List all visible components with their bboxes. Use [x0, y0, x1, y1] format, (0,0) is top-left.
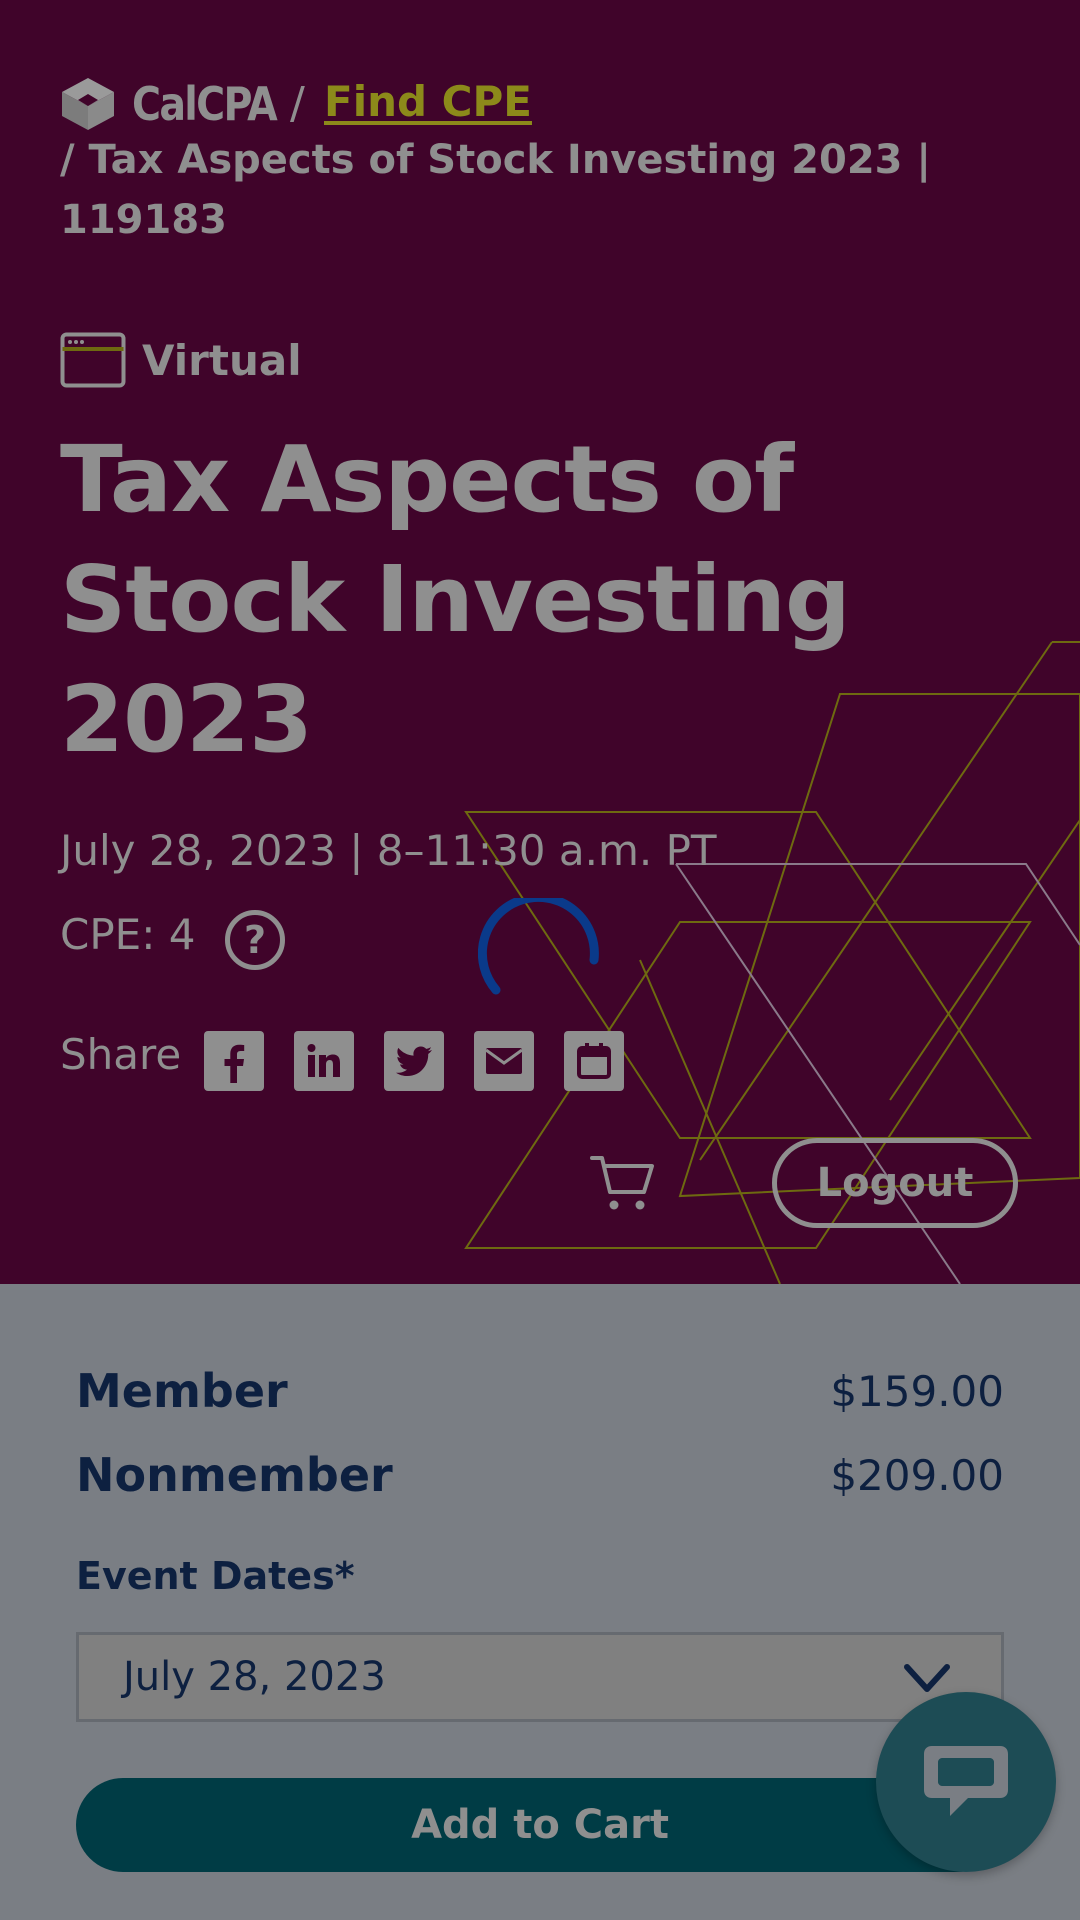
event-format: Virtual: [60, 332, 302, 388]
nonmember-price: $209.00: [830, 1450, 1004, 1500]
loading-spinner-icon: [478, 898, 599, 995]
nonmember-price-row: Nonmember $209.00: [76, 1448, 1004, 1502]
facebook-icon: [224, 1044, 245, 1083]
browser-window-icon: [60, 332, 126, 388]
share-label: Share: [60, 1030, 182, 1079]
share-facebook-button[interactable]: [204, 1031, 264, 1091]
member-price-row: Member $159.00: [76, 1364, 1004, 1418]
cart-icon[interactable]: [590, 1152, 656, 1214]
calcpa-logo-icon: [62, 78, 114, 130]
cpe-help-icon[interactable]: ?: [225, 910, 285, 970]
share-email-button[interactable]: [474, 1031, 534, 1091]
logout-button[interactable]: Logout: [772, 1138, 1018, 1228]
chat-button[interactable]: [876, 1692, 1056, 1872]
share-linkedin-button[interactable]: [294, 1031, 354, 1091]
share-calendar-button[interactable]: [564, 1031, 624, 1091]
event-hero: CalCPA / Find CPE / Tax Aspects of Stock…: [0, 0, 1080, 1284]
logo-text: CalCPA: [132, 77, 278, 131]
add-to-cart-button[interactable]: Add to Cart: [76, 1778, 1004, 1872]
member-label: Member: [76, 1364, 288, 1418]
format-label: Virtual: [142, 335, 302, 385]
event-title: Tax Aspects of Stock Investing 2023: [60, 426, 851, 773]
cpe-credits: CPE: 4: [60, 910, 196, 959]
twitter-icon: [396, 1046, 432, 1076]
share-twitter-button[interactable]: [384, 1031, 444, 1091]
member-price: $159.00: [830, 1366, 1004, 1416]
event-datetime: July 28, 2023 | 8–11:30 a.m. PT: [60, 826, 717, 875]
chevron-down-icon: [904, 1664, 950, 1692]
calcpa-logo[interactable]: CalCPA: [60, 76, 299, 132]
chat-bubble-icon: [924, 1746, 1008, 1816]
calendar-icon: [577, 1043, 611, 1079]
nonmember-label: Nonmember: [76, 1448, 393, 1502]
linkedin-icon: [307, 1044, 340, 1077]
event-dates-select[interactable]: July 28, 2023: [76, 1632, 1004, 1722]
breadcrumb-current: / Tax Aspects of Stock Investing 2023 | …: [60, 137, 932, 243]
email-icon: [485, 1048, 523, 1074]
breadcrumb-find-cpe-link[interactable]: Find CPE: [324, 74, 532, 130]
selected-date: July 28, 2023: [123, 1654, 386, 1700]
event-dates-label: Event Dates*: [76, 1554, 355, 1598]
breadcrumb-separator: /: [290, 78, 305, 129]
